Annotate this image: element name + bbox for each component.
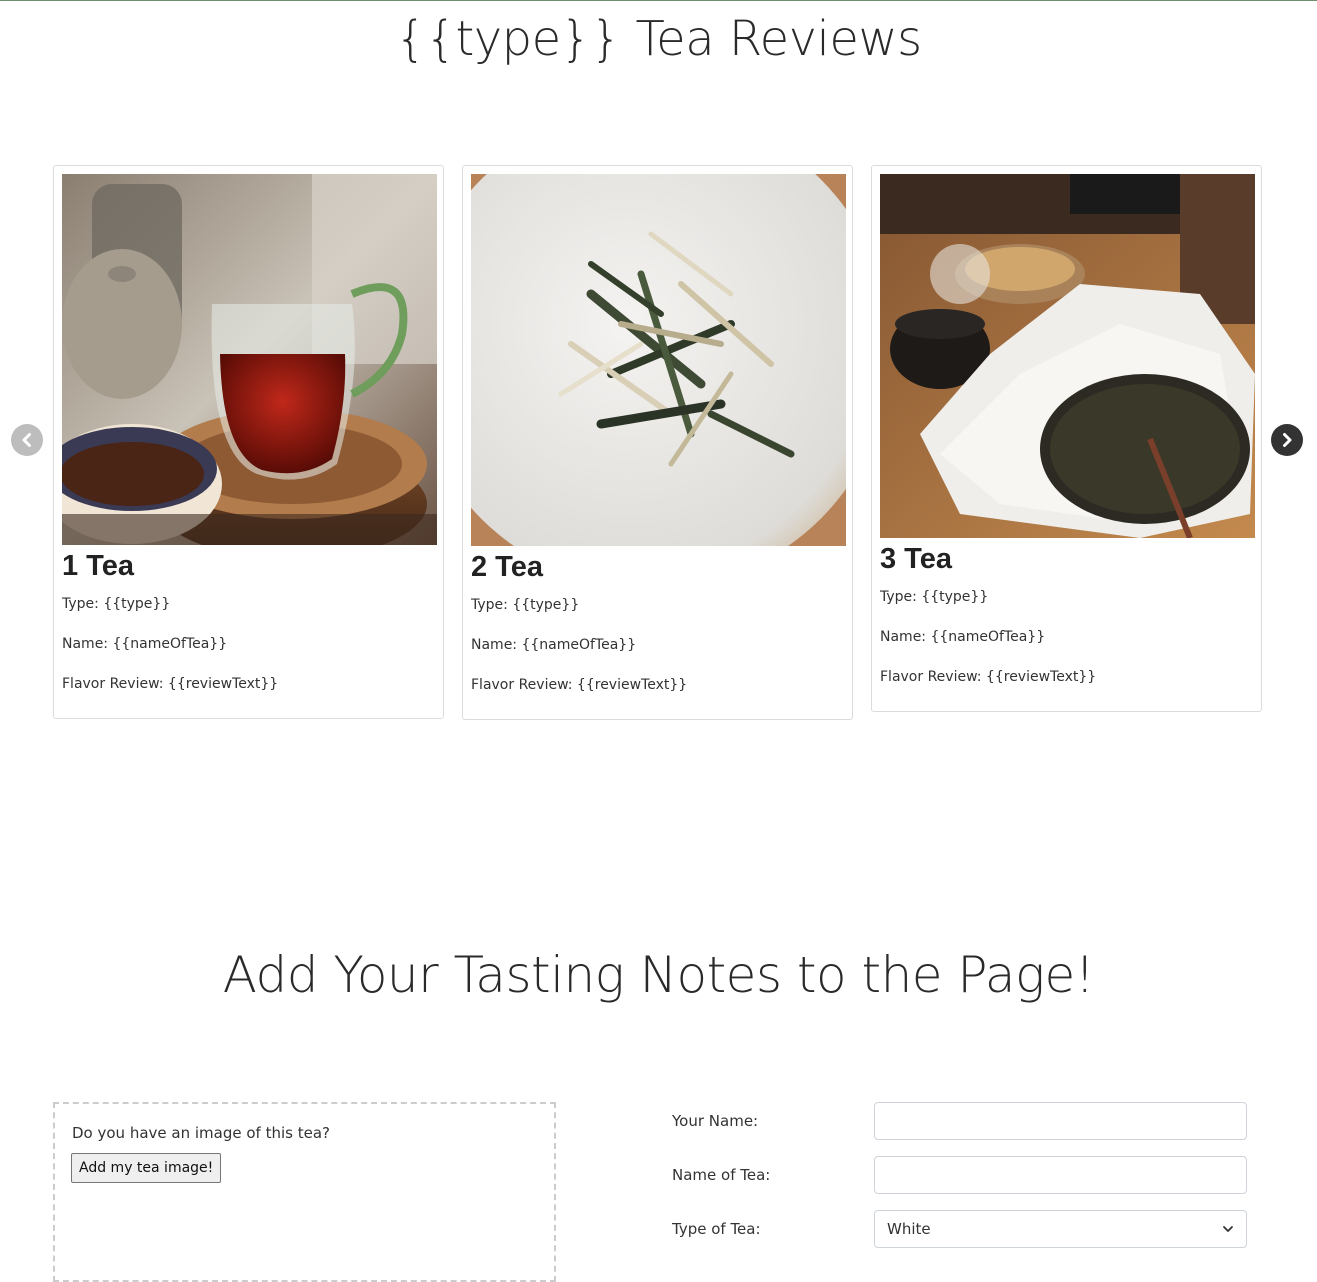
chevron-left-icon — [22, 433, 31, 447]
tea-carousel: 1 Tea Type: {{type}} Name: {{nameOfTea}}… — [0, 161, 1317, 731]
tea-card-title: 2 Tea — [471, 551, 544, 583]
tea-image-2 — [471, 174, 846, 546]
tea-type-text: Type: {{type}} — [880, 589, 989, 605]
tea-type-text: Type: {{type}} — [62, 596, 171, 612]
tea-card-title: 3 Tea — [880, 543, 953, 575]
tea-card-1[interactable]: 1 Tea Type: {{type}} Name: {{nameOfTea}}… — [53, 165, 444, 719]
tea-name-input[interactable] — [874, 1156, 1247, 1194]
add-notes-title: Add Your Tasting Notes to the Page! — [222, 946, 1095, 1004]
tea-name-text: Name: {{nameOfTea}} — [471, 637, 637, 653]
tea-name-text: Name: {{nameOfTea}} — [880, 629, 1046, 645]
tea-type-label: Type of Tea: — [672, 1220, 761, 1238]
add-tea-image-button[interactable]: Add my tea image! — [71, 1153, 222, 1183]
image-upload-prompt: Do you have an image of this tea? — [72, 1124, 330, 1142]
tea-review-text: Flavor Review: {{reviewText}} — [62, 676, 279, 692]
tea-card-title: 1 Tea — [62, 550, 135, 582]
tea-type-select[interactable]: White — [874, 1210, 1247, 1248]
chevron-down-icon — [1223, 1226, 1233, 1232]
tea-card-3[interactable]: 3 Tea Type: {{type}} Name: {{nameOfTea}}… — [871, 165, 1262, 712]
tea-card-2[interactable]: 2 Tea Type: {{type}} Name: {{nameOfTea}}… — [462, 165, 853, 720]
tea-name-label: Name of Tea: — [672, 1166, 771, 1184]
carousel-next-button[interactable] — [1271, 424, 1303, 456]
tea-type-text: Type: {{type}} — [471, 597, 580, 613]
your-name-input[interactable] — [874, 1102, 1247, 1140]
page-title: {{type}} Tea Reviews — [395, 11, 922, 67]
tea-image-3 — [880, 174, 1255, 538]
tea-name-text: Name: {{nameOfTea}} — [62, 636, 228, 652]
carousel-prev-button[interactable] — [11, 424, 43, 456]
your-name-label: Your Name: — [672, 1112, 759, 1130]
tea-type-selected-value: White — [887, 1220, 931, 1238]
tea-image-1 — [62, 174, 437, 545]
tea-review-text: Flavor Review: {{reviewText}} — [471, 677, 688, 693]
image-upload-area[interactable]: Do you have an image of this tea? Add my… — [53, 1102, 556, 1282]
tea-review-text: Flavor Review: {{reviewText}} — [880, 669, 1097, 685]
chevron-right-icon — [1283, 433, 1292, 447]
